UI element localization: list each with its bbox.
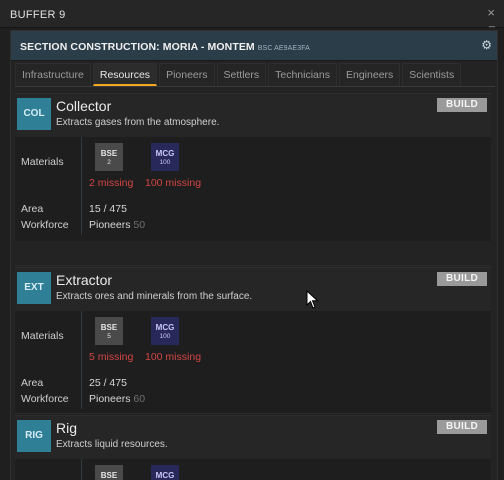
tab-engineers[interactable]: Engineers [339, 63, 401, 86]
panel-title: SECTION CONSTRUCTION: MORIA - MONTEM BSC … [20, 41, 310, 53]
area-value: 25 / 475 [89, 377, 127, 389]
details-divider [81, 137, 82, 235]
building-card-collector: COL Collector Extracts gases from the at… [15, 93, 491, 241]
building-header: COL Collector Extracts gases from the at… [15, 93, 491, 137]
workforce-type: Pioneers [89, 393, 131, 405]
material-bse-tile[interactable]: BSE 5 [95, 317, 123, 345]
buffer-title: BUFFER 9 [10, 9, 66, 21]
area-label: Area [21, 203, 44, 215]
material-amount: 100 [159, 159, 171, 166]
build-button[interactable]: BUILD [437, 98, 487, 112]
building-name: Collector [56, 98, 112, 114]
material-amount: 5 [107, 333, 111, 340]
building-card-rig: RIG Rig Extracts liquid resources. BUILD… [15, 415, 491, 480]
building-code-badge: COL [17, 98, 51, 130]
material-bse-tile[interactable]: BSE 2 [95, 465, 123, 480]
build-button[interactable]: BUILD [437, 420, 487, 434]
minimize-icon[interactable]: _ [489, 16, 495, 28]
material-ticker: MCG [155, 323, 175, 332]
workforce-count: 60 [133, 393, 146, 405]
card-separator [15, 265, 491, 266]
details-divider [81, 459, 82, 480]
category-tabs: Infrastructure Resources Pioneers Settle… [15, 63, 495, 87]
material-ticker: BSE [100, 323, 118, 332]
tab-settlers[interactable]: Settlers [216, 63, 267, 86]
material-mcg-tile[interactable]: MCG 100 [151, 143, 179, 171]
material-bse-tile[interactable]: BSE 2 [95, 143, 123, 171]
tab-scientists[interactable]: Scientists [402, 63, 462, 86]
area-value: 15 / 475 [89, 203, 127, 215]
gear-icon[interactable]: ⚙ [481, 38, 492, 52]
building-details: Materials BSE 2 MCG 100 [15, 459, 491, 480]
material-mcg-tile[interactable]: MCG 100 [151, 317, 179, 345]
building-code-badge: RIG [17, 420, 51, 452]
missing-mcg: 100 missing [145, 177, 202, 189]
material-ticker: BSE [100, 471, 118, 480]
panel-header: SECTION CONSTRUCTION: MORIA - MONTEM BSC … [11, 31, 497, 61]
tab-pioneers[interactable]: Pioneers [159, 63, 215, 86]
buffer-title-bar: BUFFER 9 × _ [0, 0, 504, 28]
panel-code: BSC AE9AE3FA [257, 45, 310, 52]
construction-panel: SECTION CONSTRUCTION: MORIA - MONTEM BSC … [10, 30, 498, 480]
building-code-badge: EXT [17, 272, 51, 304]
workforce-label: Workforce [21, 393, 69, 405]
workforce-label: Workforce [21, 219, 69, 231]
material-ticker: MCG [155, 149, 175, 158]
missing-bse: 5 missing [89, 351, 134, 363]
workforce-count: 50 [133, 219, 146, 231]
material-ticker: BSE [100, 149, 118, 158]
building-name: Rig [56, 420, 78, 436]
missing-mcg: 100 missing [145, 351, 202, 363]
material-amount: 2 [107, 159, 111, 166]
building-header: RIG Rig Extracts liquid resources. BUILD [15, 415, 491, 459]
building-details: Materials BSE 5 MCG 100 5 missing 100 mi… [15, 311, 491, 411]
tab-infrastructure[interactable]: Infrastructure [15, 63, 91, 86]
tab-technicians[interactable]: Technicians [268, 63, 337, 86]
materials-label: Materials [21, 156, 64, 168]
building-description: Extracts liquid resources. [56, 439, 168, 450]
workforce-value: Pioneers 50 [89, 219, 145, 231]
building-header: EXT Extractor Extracts ores and minerals… [15, 267, 491, 311]
mouse-cursor-icon [306, 290, 319, 309]
building-details: Materials BSE 2 MCG 100 2 missing 100 mi… [15, 137, 491, 237]
area-label: Area [21, 377, 44, 389]
material-ticker: MCG [155, 471, 175, 480]
building-list[interactable]: COL Collector Extracts gases from the at… [15, 93, 495, 480]
details-divider [81, 311, 82, 409]
building-description: Extracts gases from the atmosphere. [56, 117, 220, 128]
building-description: Extracts ores and minerals from the surf… [56, 291, 253, 302]
card-separator [15, 413, 491, 414]
workforce-type: Pioneers [89, 219, 131, 231]
building-name: Extractor [56, 272, 113, 288]
build-button[interactable]: BUILD [437, 272, 487, 286]
material-mcg-tile[interactable]: MCG 100 [151, 465, 179, 480]
building-card-extractor: EXT Extractor Extracts ores and minerals… [15, 267, 491, 415]
workforce-value: Pioneers 60 [89, 393, 145, 405]
materials-label: Materials [21, 330, 64, 342]
missing-bse: 2 missing [89, 177, 134, 189]
panel-title-text: SECTION CONSTRUCTION: MORIA - MONTEM [20, 41, 255, 53]
tab-resources[interactable]: Resources [92, 63, 158, 86]
material-amount: 100 [159, 333, 171, 340]
